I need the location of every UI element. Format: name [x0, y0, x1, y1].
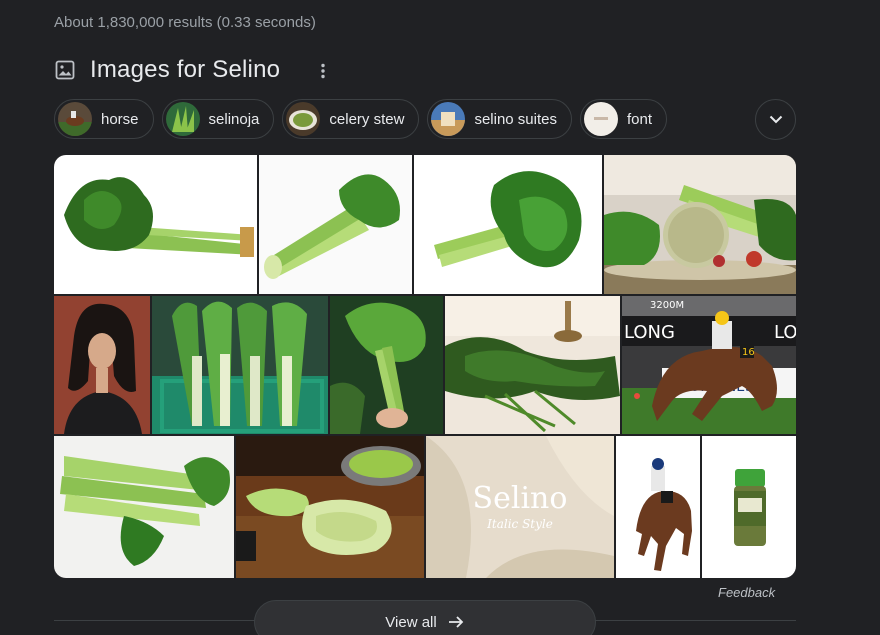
chip-label: horse	[101, 110, 139, 128]
chip-thumbnail	[431, 102, 466, 136]
logo-sub-text: Italic Style	[486, 517, 553, 531]
expand-chips-button[interactable]	[755, 99, 796, 140]
chip-thumbnail	[165, 102, 200, 136]
image-tile[interactable]	[414, 155, 602, 294]
image-tile[interactable]	[604, 155, 796, 294]
image-tile[interactable]	[54, 155, 257, 294]
chip-celery-stew[interactable]: celery stew	[282, 99, 420, 139]
image-grid: 3200M LONG LO LONGINES 16	[54, 155, 796, 578]
image-tile[interactable]	[445, 296, 620, 434]
image-tile[interactable]	[702, 436, 796, 578]
results-stats: About 1,830,000 results (0.33 seconds)	[54, 14, 316, 31]
arrow-right-icon	[448, 616, 463, 628]
section-title: Images for Selino	[90, 56, 281, 83]
chip-selino-suites[interactable]: selino suites	[427, 99, 572, 139]
chip-selinoja[interactable]: selinoja	[161, 99, 275, 139]
chip-thumbnail	[286, 102, 321, 136]
image-tile[interactable]	[236, 436, 424, 578]
chip-horse[interactable]: horse	[54, 99, 154, 139]
image-tile[interactable]	[54, 436, 234, 578]
image-tile[interactable]	[259, 155, 412, 294]
section-header: Images for Selino	[54, 55, 280, 85]
chip-label: selinoja	[208, 110, 260, 128]
chip-label: font	[626, 110, 653, 128]
more-vert-icon[interactable]	[312, 60, 334, 82]
sign-main-text: LONG	[624, 322, 675, 343]
chevron-down-icon	[769, 115, 782, 124]
image-tile[interactable]	[616, 436, 700, 578]
image-tile[interactable]: Selino Italic Style	[426, 436, 614, 578]
image-tile[interactable]	[54, 296, 150, 434]
image-tile[interactable]	[330, 296, 443, 434]
chip-label: selino suites	[474, 110, 557, 128]
chip-font[interactable]: font	[579, 99, 668, 139]
sign-top-text: 3200M	[650, 300, 684, 311]
saddle-number: 16	[742, 347, 755, 358]
feedback-link[interactable]: Feedback	[718, 585, 775, 600]
view-all-label: View all	[385, 613, 437, 631]
chip-thumbnail	[583, 102, 618, 136]
image-icon	[54, 59, 76, 81]
sign-right-text: LO	[774, 322, 796, 343]
chip-thumbnail	[58, 102, 92, 136]
image-tile[interactable]: 3200M LONG LO LONGINES 16	[622, 296, 796, 434]
related-chips: horse selinoja celery stew selino suites…	[54, 99, 668, 139]
image-tile[interactable]	[152, 296, 328, 434]
logo-main-text: Selino	[473, 481, 568, 516]
chip-label: celery stew	[329, 110, 405, 128]
view-all-button[interactable]: View all	[254, 600, 596, 635]
